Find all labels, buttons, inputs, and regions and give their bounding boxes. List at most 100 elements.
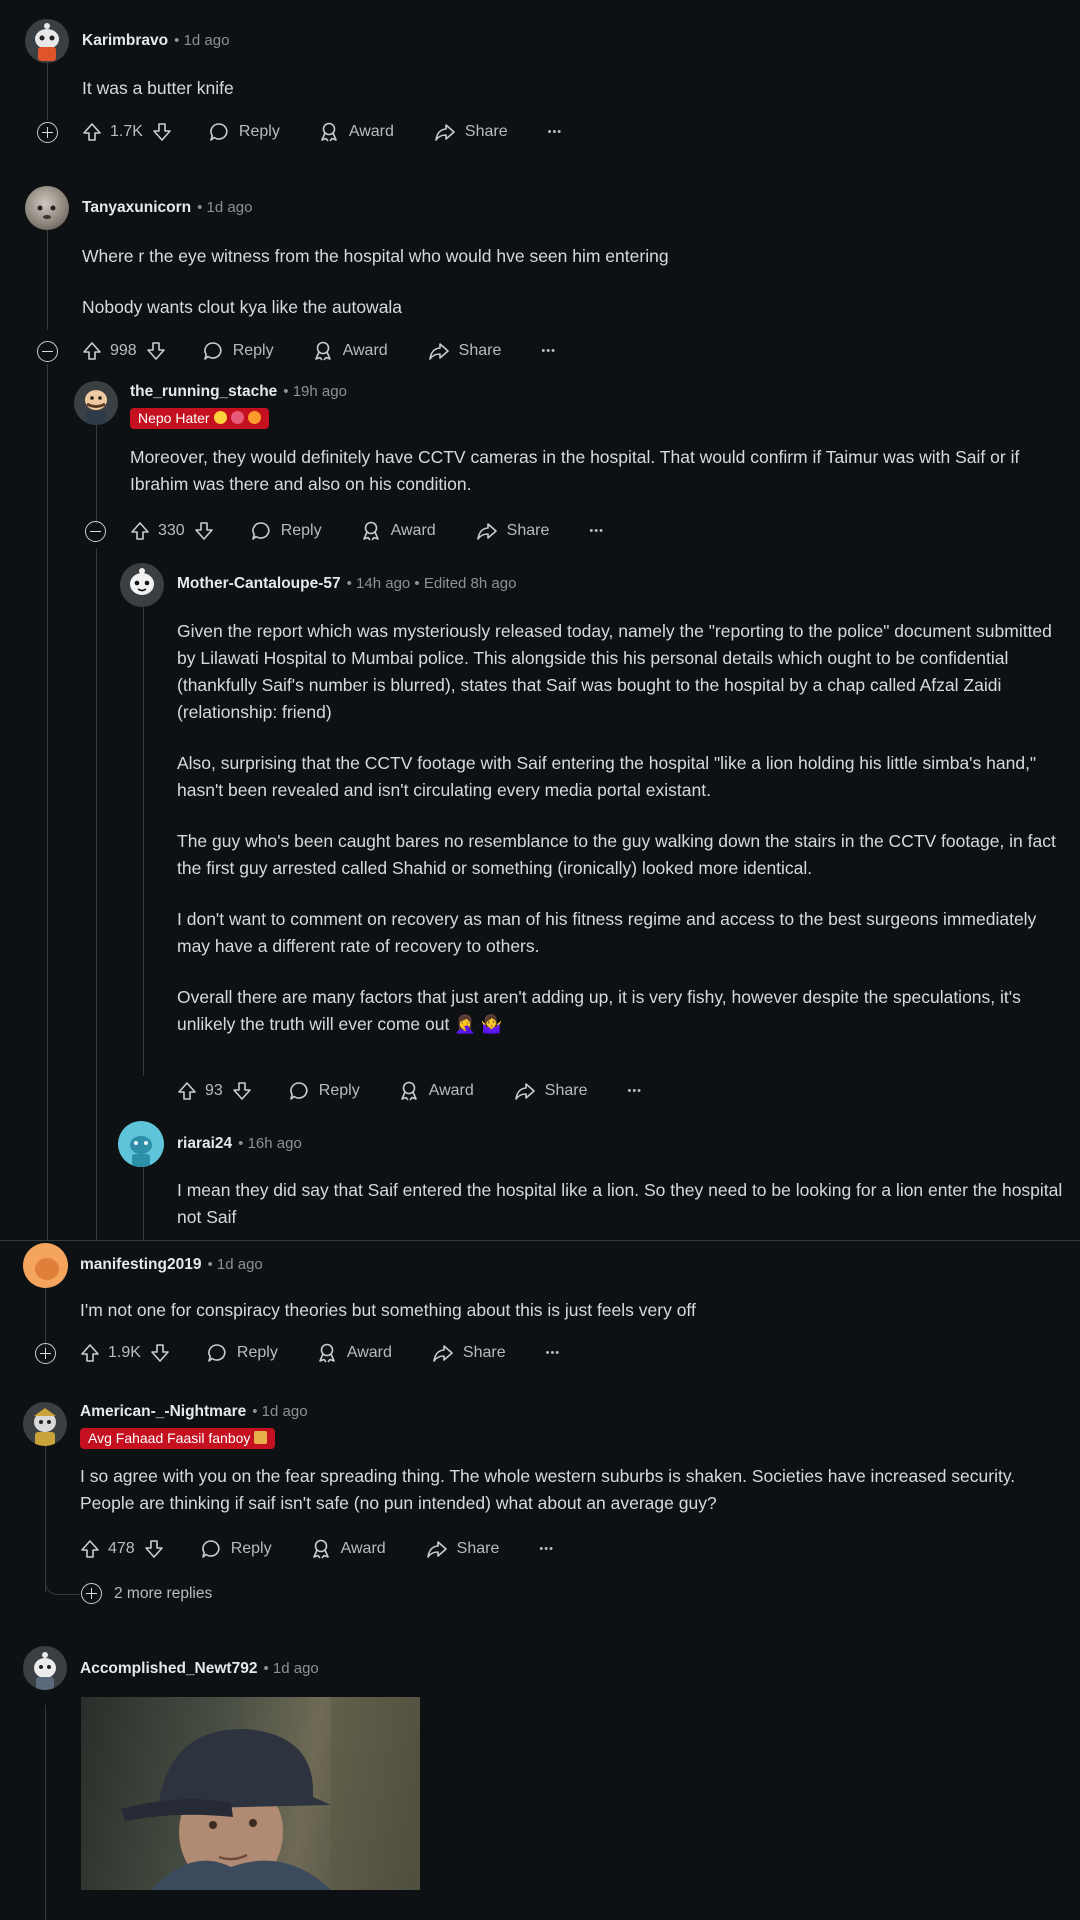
downvote-button[interactable] [194, 521, 214, 541]
expand-thread-button[interactable] [35, 1343, 56, 1364]
downvote-button[interactable] [232, 1081, 252, 1101]
thread-line[interactable] [143, 1162, 144, 1240]
downvote-button[interactable] [146, 341, 166, 361]
reply-button[interactable]: Reply [288, 1080, 360, 1102]
reply-button[interactable]: Reply [250, 520, 322, 542]
reply-icon [210, 123, 228, 141]
comment-paragraph: I mean they did say that Saif entered th… [177, 1180, 1063, 1227]
award-button[interactable]: Award [312, 340, 388, 362]
downvote-icon [232, 1082, 251, 1100]
share-button[interactable]: Share [426, 1538, 499, 1560]
comment-body: Given the report which was mysteriously … [177, 618, 1065, 1038]
downvote-button[interactable] [152, 122, 172, 142]
share-button[interactable]: Share [514, 1080, 587, 1102]
downvote-button[interactable] [144, 1539, 164, 1559]
upvote-icon [83, 123, 101, 141]
comment-paragraph: It was a butter knife [82, 78, 234, 98]
reply-button[interactable]: Reply [206, 1342, 278, 1364]
avatar[interactable] [118, 1121, 164, 1167]
reply-button[interactable]: Reply [202, 340, 274, 362]
upvote-icon [83, 342, 101, 360]
avatar[interactable] [23, 1243, 68, 1288]
thread-line[interactable] [45, 1705, 46, 1920]
reply-icon [203, 342, 222, 360]
avatar[interactable] [25, 19, 69, 63]
share-button[interactable]: Share [432, 1342, 506, 1364]
collapse-thread-button[interactable] [37, 341, 58, 362]
more-options-button[interactable]: ••• [546, 1347, 561, 1359]
thread-line[interactable] [47, 60, 48, 120]
more-options-button[interactable]: ••• [541, 345, 556, 357]
vote-count: 1.7K [110, 123, 143, 140]
vote-count: 330 [158, 522, 185, 539]
more-replies-icon[interactable] [81, 1583, 102, 1604]
reply-button[interactable]: Reply [208, 121, 280, 143]
upvote-button[interactable] [130, 521, 150, 541]
comment-actions: 1.9K Reply Award Share ••• [80, 1339, 560, 1367]
share-button[interactable]: Share [428, 340, 501, 362]
comment-paragraph: I so agree with you on the fear spreadin… [80, 1466, 1016, 1513]
comment-body: Where r the eye witness from the hospita… [82, 243, 1042, 321]
downvote-button[interactable] [150, 1343, 170, 1363]
share-icon [433, 1345, 453, 1362]
upvote-button[interactable] [82, 341, 102, 361]
comment-author[interactable]: Tanyaxunicorn • 1d ago [82, 199, 252, 217]
more-options-button[interactable]: ••• [627, 1085, 642, 1097]
thread-line[interactable] [47, 364, 48, 1240]
more-options-button[interactable]: ••• [589, 525, 604, 537]
expand-thread-button[interactable] [37, 122, 58, 143]
share-button[interactable]: Share [476, 520, 549, 542]
avatar[interactable] [23, 1646, 67, 1690]
upvote-button[interactable] [82, 122, 102, 142]
award-button[interactable]: Award [316, 1342, 392, 1364]
upvote-button[interactable] [177, 1081, 197, 1101]
comment-author[interactable]: manifesting2019 • 1d ago [80, 1256, 263, 1274]
upvote-icon [131, 522, 149, 540]
award-icon [362, 521, 379, 541]
comment-actions: 478 Reply Award Share ••• [80, 1535, 554, 1563]
award-button[interactable]: Award [398, 1080, 474, 1102]
award-icon [319, 1343, 335, 1363]
comment-author[interactable]: the_running_stache • 19h ago [130, 383, 347, 401]
comment-author[interactable]: American-_-Nightmare • 1d ago [80, 1403, 308, 1421]
reply-icon [201, 1540, 220, 1558]
comment-meta: • 14h ago • Edited 8h ago [346, 575, 517, 592]
award-icon [321, 122, 337, 142]
avatar[interactable] [25, 186, 69, 230]
comment-image[interactable] [81, 1697, 420, 1890]
share-button[interactable]: Share [434, 121, 508, 143]
reply-button[interactable]: Reply [200, 1538, 272, 1560]
comment-author[interactable]: Karimbravo • 1d ago [82, 32, 229, 50]
comment-paragraph: Nobody wants clout kya like the autowala [82, 297, 403, 317]
more-options-button[interactable]: ••• [539, 1543, 554, 1555]
thread-line[interactable] [143, 600, 144, 1076]
thread-connector [45, 1576, 80, 1595]
award-button[interactable]: Award [360, 520, 436, 542]
comment-author[interactable]: Accomplished_Newt792 • 1d ago [80, 1660, 319, 1678]
comment-author[interactable]: riarai24 • 16h ago [177, 1135, 302, 1153]
upvote-icon [178, 1082, 196, 1100]
award-icon [400, 1081, 417, 1101]
vote-count: 1.9K [108, 1344, 141, 1361]
comment-body: I mean they did say that Saif entered th… [177, 1177, 1065, 1231]
avatar[interactable] [120, 563, 164, 607]
vote-count: 478 [108, 1540, 135, 1557]
avatar[interactable] [23, 1402, 67, 1446]
upvote-icon [81, 1344, 99, 1362]
thread-line[interactable] [45, 1444, 46, 1592]
comment-author[interactable]: Mother-Cantaloupe-57 • 14h ago • Edited 8… [177, 575, 516, 593]
more-options-button[interactable]: ••• [548, 126, 563, 138]
comment-meta: • 1d ago [174, 32, 230, 49]
vote-count: 998 [110, 342, 137, 359]
upvote-button[interactable] [80, 1539, 100, 1559]
avatar[interactable] [74, 381, 118, 425]
comment-actions: 93 Reply Award Share ••• [177, 1077, 642, 1105]
thread-line[interactable] [96, 424, 97, 524]
upvote-button[interactable] [80, 1343, 100, 1363]
more-replies-link[interactable]: 2 more replies [114, 1585, 212, 1603]
award-button[interactable]: Award [310, 1538, 386, 1560]
collapse-thread-button[interactable] [85, 521, 106, 542]
comment-meta: • 16h ago [238, 1135, 302, 1152]
thread-line[interactable] [96, 548, 97, 1240]
award-button[interactable]: Award [318, 121, 394, 143]
